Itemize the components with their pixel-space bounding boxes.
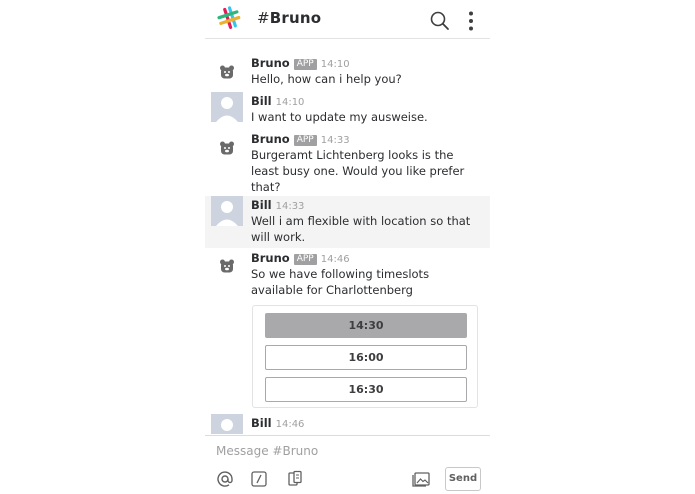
search-icon[interactable]	[429, 10, 451, 32]
message-row: Bill 14:46	[205, 412, 490, 434]
message-list[interactable]: Bruno APP 14:10 Hello, how can i help you?…	[205, 50, 490, 434]
sender-name[interactable]: Bruno	[251, 251, 290, 265]
bear-icon	[220, 141, 234, 155]
sender-name[interactable]: Bill	[251, 94, 272, 108]
timestamp: 14:46	[275, 419, 305, 430]
sender-name[interactable]: Bruno	[251, 132, 290, 146]
message-header: Bill 14:46	[251, 416, 304, 430]
message-row: Bruno APP 14:10 Hello, how can i help you?	[205, 50, 490, 88]
gallery-icon[interactable]	[411, 470, 431, 488]
message-text: Burgeramt Lichtenberg looks is the least…	[251, 148, 465, 194]
slash-command-icon[interactable]	[250, 470, 268, 488]
channel-title[interactable]: #Bruno	[257, 9, 321, 27]
send-button[interactable]: Send	[445, 467, 481, 491]
composer-divider	[205, 435, 490, 436]
timestamp: 14:46	[320, 254, 350, 265]
timestamp: 14:33	[320, 135, 350, 146]
sender-name[interactable]: Bill	[251, 198, 272, 212]
message-header: Bruno APP 14:33	[251, 132, 350, 146]
user-avatar[interactable]	[211, 196, 243, 226]
channel-hash: #	[257, 9, 270, 27]
message-header: Bill 14:33	[251, 198, 304, 212]
timeslot-card: 14:30 16:00 16:30	[252, 305, 478, 408]
message-text: Well i am flexible with location so that…	[251, 214, 471, 244]
user-avatar[interactable]	[211, 92, 243, 122]
channel-header: #Bruno	[205, 0, 490, 39]
sender-name[interactable]: Bruno	[251, 56, 290, 70]
slack-logo-icon	[217, 6, 241, 29]
timestamp: 14:10	[275, 97, 305, 108]
bear-icon	[220, 65, 234, 79]
attachment-icon[interactable]	[286, 470, 304, 488]
message-header: Bruno APP 14:10	[251, 56, 350, 70]
message-text: So we have following timeslots available…	[251, 267, 430, 297]
at-icon[interactable]	[216, 470, 234, 488]
message-text: Hello, how can i help you?	[251, 72, 402, 86]
channel-name: Bruno	[269, 9, 322, 27]
timestamp: 14:33	[275, 201, 305, 212]
message-header: Bruno APP 14:46	[251, 251, 350, 265]
message-header: Bill 14:10	[251, 94, 304, 108]
timestamp: 14:10	[320, 59, 350, 70]
app-badge: APP	[293, 135, 317, 146]
sender-name[interactable]: Bill	[251, 416, 272, 430]
message-row: Bill 14:33 Well i am flexible with locati…	[205, 196, 490, 248]
timeslot-button-1430[interactable]: 14:30	[265, 313, 467, 338]
message-row: Bruno APP 14:33 Burgeramt Lichtenberg look…	[205, 126, 490, 196]
message-row: Bill 14:10 I want to update my ausweise.	[205, 88, 490, 126]
chat-app: #Bruno Bruno APP 14:10 Hello, how can i he…	[205, 0, 490, 494]
app-badge: APP	[293, 59, 317, 70]
timeslot-button-1630[interactable]: 16:30	[265, 377, 467, 402]
message-text: I want to update my ausweise.	[251, 110, 428, 124]
app-badge: APP	[293, 254, 317, 265]
kebab-menu-icon[interactable]	[464, 10, 478, 32]
timeslot-button-1600[interactable]: 16:00	[265, 345, 467, 370]
user-avatar[interactable]	[211, 414, 243, 434]
message-input[interactable]: Message #Bruno	[216, 444, 318, 458]
bear-icon	[220, 259, 234, 273]
